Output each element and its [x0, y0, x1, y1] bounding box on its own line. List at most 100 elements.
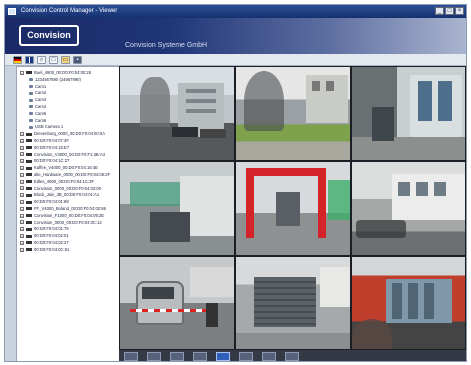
layout-button[interactable] [216, 352, 230, 361]
tree-device-item[interactable]: + Convision_0000_00:D0:F0:04:0C:12 [17, 220, 119, 227]
video-tile-plaza[interactable] [235, 66, 351, 161]
video-tile-barrier[interactable] [119, 256, 235, 350]
tree-device-item[interactable]: + Block_Jain_3B_00:D0:F0:04:01:A1 [17, 192, 119, 199]
tree-camera-item[interactable]: Cam3 [17, 97, 119, 104]
tree-device-item[interactable]: + Edles_4900_00:D0:F0:04:1C:3F [17, 179, 119, 186]
camera-icon [29, 91, 33, 95]
tree-item-label: Edles_4900_00:D0:F0:04:1C:3F [34, 178, 95, 184]
video-tile-gate[interactable] [235, 161, 351, 256]
layout-button[interactable] [262, 352, 276, 361]
tree-item-label: alte_Hardware_0000_00:D0:F0:04:06:2F [34, 171, 111, 177]
tree-device-item[interactable]: +00:D0:F0:04:1C:27 [17, 158, 119, 165]
tree-item-label: Cam6 [35, 117, 47, 123]
flag-en-icon[interactable] [25, 55, 34, 64]
tree-device-item[interactable]: +00:D0:F0:04:0C:61 [17, 247, 119, 254]
expand-icon[interactable]: + [20, 240, 24, 245]
tree-device-item[interactable]: +00:D0:F0:04:15:E7 [17, 145, 119, 152]
open-icon[interactable]: ▭ [61, 55, 70, 64]
tree-device-item[interactable]: + alte_Hardware_0000_00:D0:F0:04:06:2F [17, 172, 119, 179]
tree-device-item[interactable]: +00:D0:F0:04:02:27 [17, 240, 119, 247]
video-tile-bicycles[interactable] [351, 161, 466, 256]
expand-icon[interactable]: + [20, 159, 24, 164]
tree-camera-item[interactable]: Cam6 [17, 118, 119, 125]
expand-icon[interactable]: + [20, 200, 24, 205]
expand-icon[interactable]: − [20, 70, 24, 75]
video-tile-street[interactable] [119, 66, 235, 161]
tree-camera-item[interactable]: USB Camera 1 [17, 124, 119, 131]
expand-icon[interactable]: + [20, 145, 24, 150]
layout-button[interactable] [147, 352, 161, 361]
tree-device-item[interactable]: + Convision_0000_00:D0:F0:04:03:00 [17, 186, 119, 193]
layout-button[interactable] [124, 352, 138, 361]
tree-device-item[interactable]: + FF_V4000_Boland_00:D0:F0:04:02:86 [17, 206, 119, 213]
camera-icon [29, 78, 33, 82]
video-grid [119, 66, 466, 350]
camera-icon [29, 105, 33, 109]
device-icon [26, 159, 32, 163]
tree-device-item[interactable]: + Convision_V4000_00:D0:F0:F1:3B:A4 [17, 152, 119, 159]
expand-icon[interactable]: + [20, 234, 24, 239]
layout-button[interactable] [239, 352, 253, 361]
close-button[interactable]: × [455, 7, 464, 15]
tree-device-item[interactable]: + Convision_F1000_00:D0:F0:04:09:2E [17, 213, 119, 220]
expand-icon[interactable]: + [20, 206, 24, 211]
device-icon [26, 180, 32, 184]
video-tile-ramp[interactable] [119, 161, 235, 256]
device-tree[interactable]: − Buel_4900_00:D0:F0:04:00:26 1234567890 (… [16, 66, 120, 361]
tree-item-label: Cam2 [35, 90, 47, 96]
tree-camera-item[interactable]: Cam5 [17, 111, 119, 118]
expand-icon[interactable]: + [20, 179, 24, 184]
tree-device-item[interactable]: +00:D0:F0:04:01:88 [17, 199, 119, 206]
expand-icon[interactable]: + [20, 152, 24, 157]
expand-icon[interactable]: + [20, 220, 24, 225]
tree-device-item[interactable]: − Buel_4900_00:D0:F0:04:00:26 [17, 70, 119, 77]
tree-device-item[interactable]: + Kaffee_V4000_00:D0:F0:04:16:4E [17, 165, 119, 172]
expand-icon[interactable]: + [20, 193, 24, 198]
expand-icon[interactable]: + [20, 172, 24, 177]
tree-item-label: 00:D0:F0:04:02:27 [34, 239, 69, 245]
video-tile-entrance[interactable] [351, 66, 466, 161]
expand-icon[interactable]: + [20, 132, 24, 137]
tree-item-label: Buel_4900_00:D0:F0:04:00:26 [34, 70, 92, 75]
new-icon[interactable]: □ [49, 55, 58, 64]
tree-camera-item[interactable]: Cam2 [17, 90, 119, 97]
layout-button[interactable] [285, 352, 299, 361]
save-icon[interactable]: ▪ [73, 55, 82, 64]
expand-icon[interactable]: + [20, 227, 24, 232]
video-tile-facade[interactable] [351, 256, 466, 350]
expand-icon[interactable]: + [20, 213, 24, 218]
device-icon [26, 200, 32, 204]
tree-item-label: Convision_0000_00:D0:F0:04:0C:12 [34, 219, 102, 225]
tree-item-label: Convision_V4000_00:D0:F0:F1:3B:A4 [34, 151, 105, 157]
device-icon [26, 132, 32, 136]
window-title: Convision Control Manager - Viewer [21, 8, 118, 14]
minimize-button[interactable]: _ [435, 7, 444, 15]
tree-item-label: Cam3 [35, 97, 47, 103]
flag-de-icon[interactable] [13, 55, 22, 64]
device-icon [26, 220, 32, 224]
tree-camera-item[interactable]: Cam4 [17, 104, 119, 111]
expand-icon[interactable]: + [20, 166, 24, 171]
expand-icon[interactable]: + [20, 186, 24, 191]
tree-item-label: 00:D0:F0:04:15:E7 [34, 144, 70, 150]
layout-button[interactable] [193, 352, 207, 361]
expand-icon[interactable]: + [20, 247, 24, 252]
device-icon [26, 214, 32, 218]
search-icon[interactable]: ⌕ [37, 55, 46, 64]
device-icon [26, 193, 32, 197]
tree-item-label: 00:D0:F0:04:1C:27 [34, 158, 70, 164]
tree-camera-item[interactable]: Cam1 [17, 84, 119, 91]
tree-device-item[interactable]: +00:D0:F0:04:01:75 [17, 226, 119, 233]
expand-icon[interactable]: + [20, 138, 24, 143]
layout-toolbar [119, 350, 466, 361]
maximize-button[interactable]: □ [445, 7, 454, 15]
tree-device-item[interactable]: +00:D0:F0:04:02:01 [17, 233, 119, 240]
tree-device-item[interactable]: +00:D0:F0:04:07:4F [17, 138, 119, 145]
tree-item-label: Convision_0000_00:D0:F0:04:03:00 [34, 185, 102, 191]
tree-camera-item[interactable]: 1234567890 (24667990) [17, 77, 119, 84]
tree-device-item[interactable]: + Drevenburg_0000_00:D0:F0:04:00:0A [17, 131, 119, 138]
tree-item-label: Cam4 [35, 103, 47, 109]
video-tile-garage-door[interactable] [235, 256, 351, 350]
layout-button[interactable] [170, 352, 184, 361]
tree-item-label: 00:D0:F0:04:02:01 [34, 233, 69, 239]
